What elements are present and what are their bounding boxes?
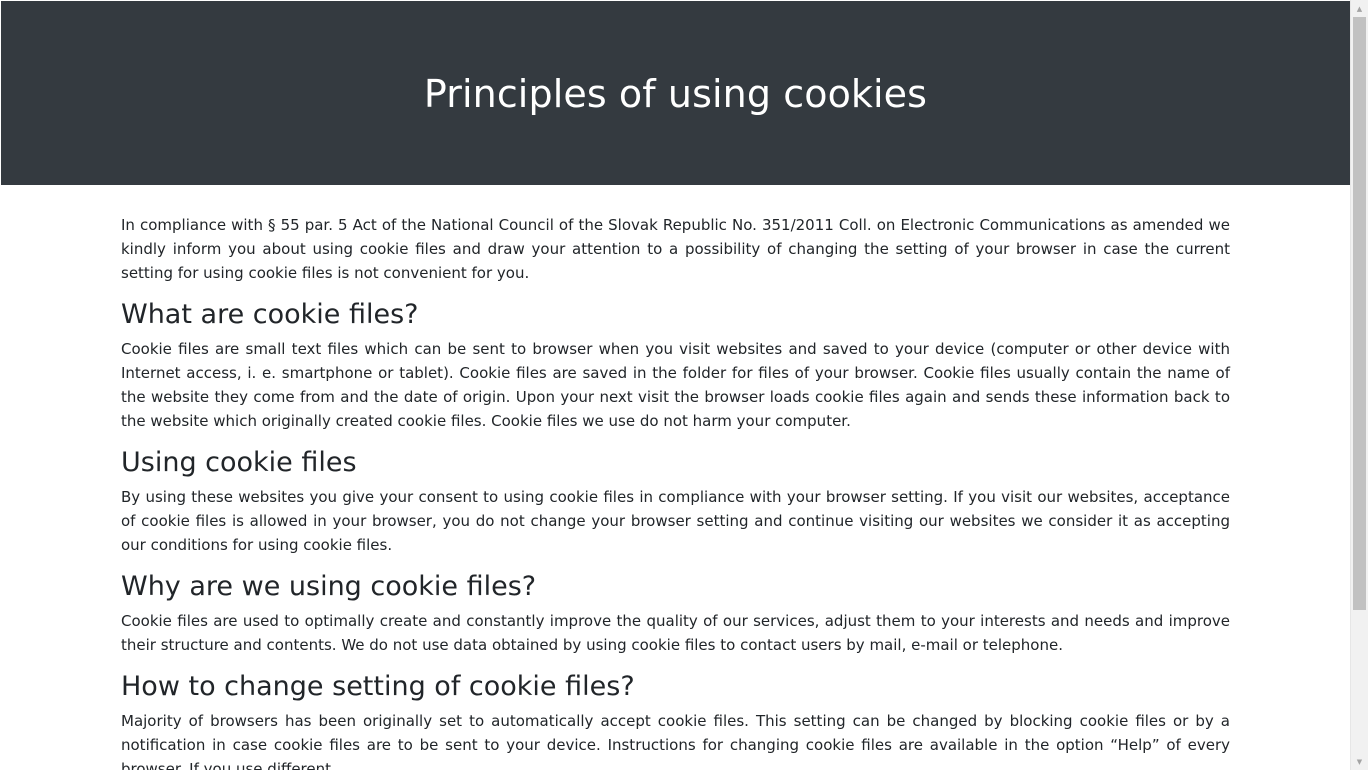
section-body: Cookie files are used to optimally creat…	[121, 612, 1230, 654]
section-body: By using these websites you give your co…	[121, 488, 1230, 554]
page-viewport: Principles of using cookies In complianc…	[1, 1, 1350, 770]
page-title: Principles of using cookies	[423, 72, 928, 116]
section-heading: How to change setting of cookie files?	[121, 671, 635, 702]
intro-paragraph: In compliance with § 55 par. 5 Act of th…	[121, 216, 1230, 282]
section-heading: Using cookie files	[121, 447, 357, 478]
main-content: In compliance with § 55 par. 5 Act of th…	[1, 185, 1350, 770]
scroll-up-arrow-icon[interactable]: ▲	[1351, 0, 1368, 17]
scroll-down-arrow-icon[interactable]: ▼	[1351, 753, 1368, 770]
section-body: Cookie files are small text files which …	[121, 340, 1230, 430]
section-heading: What are cookie files?	[121, 299, 419, 330]
section-heading: Why are we using cookie files?	[121, 571, 537, 602]
section-change-settings: How to change setting of cookie files? M…	[121, 671, 1230, 770]
section-what-are-cookies: What are cookie files? Cookie files are …	[121, 299, 1230, 433]
section-using-cookies: Using cookie files By using these websit…	[121, 447, 1230, 557]
vertical-scrollbar[interactable]: ▲ ▼	[1350, 0, 1368, 770]
section-body: Majority of browsers has been originally…	[121, 712, 1230, 770]
page-header: Principles of using cookies	[1, 1, 1350, 185]
section-why-cookies: Why are we using cookie files? Cookie fi…	[121, 571, 1230, 657]
scrollbar-thumb[interactable]	[1353, 17, 1366, 610]
